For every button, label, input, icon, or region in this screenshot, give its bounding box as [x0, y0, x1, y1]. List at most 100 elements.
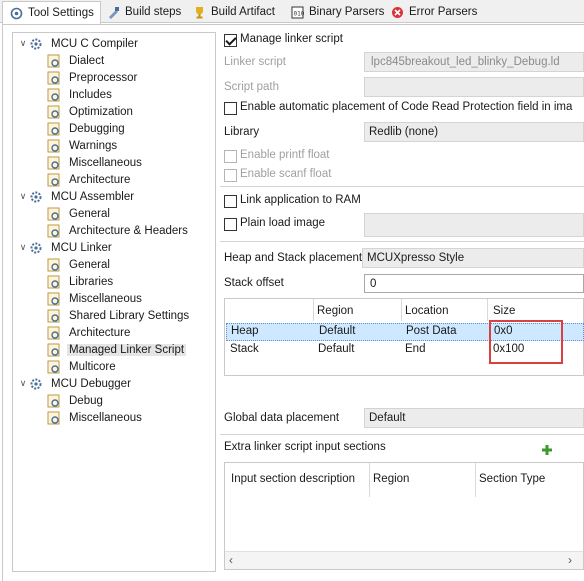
tab-label: Tool Settings [28, 7, 94, 19]
stack-offset-label: Stack offset [224, 277, 284, 289]
settings-page-icon [47, 394, 60, 407]
link-to-ram-checkbox[interactable] [224, 195, 237, 208]
tree-item-general[interactable]: General [47, 205, 112, 222]
tree-item-preprocessor[interactable]: Preprocessor [47, 69, 139, 86]
settings-page-icon [47, 292, 60, 305]
script-path-label: Script path [224, 81, 279, 93]
tree-node-mcu-debugger[interactable]: ∨ MCU Debugger [17, 375, 133, 392]
tree-item-general[interactable]: General [47, 256, 112, 273]
svg-text:010: 010 [293, 10, 304, 17]
settings-page-icon [47, 122, 60, 135]
settings-page-icon [47, 360, 60, 373]
plain-load-image-field[interactable] [364, 213, 584, 237]
crp-placement-checkbox[interactable] [224, 102, 237, 115]
binary-icon: 010 [290, 5, 304, 19]
column-header-region[interactable]: Region [373, 473, 409, 485]
tree-item-libraries[interactable]: Libraries [47, 273, 115, 290]
tree-label: Libraries [69, 275, 114, 288]
tree-item-includes[interactable]: Includes [47, 86, 114, 103]
tree-label: Miscellaneous [69, 292, 142, 305]
tab-tool-settings[interactable]: Tool Settings [2, 1, 101, 24]
tree-item-shared-library-settings[interactable]: Shared Library Settings [47, 307, 191, 324]
tree-item-managed-linker-script[interactable]: Managed Linker Script [47, 341, 187, 358]
column-header-size[interactable]: Size [493, 305, 515, 317]
column-separator [475, 463, 476, 497]
tree-node-mcu-linker[interactable]: ∨ MCU Linker [17, 239, 114, 256]
chevron-down-icon[interactable]: ∨ [17, 191, 29, 202]
tab-label: Binary Parsers [309, 6, 385, 18]
row-name: Heap [231, 325, 259, 337]
tree-label: General [69, 207, 110, 220]
chevron-down-icon[interactable]: ∨ [17, 38, 29, 49]
trophy-icon [192, 5, 206, 19]
horizontal-scrollbar[interactable]: ‹ › [225, 551, 583, 569]
tree-item-warnings[interactable]: Warnings [47, 137, 119, 154]
gear-icon [30, 191, 42, 202]
linker-script-field[interactable]: lpc845breakout_led_blinky_Debug.ld [364, 52, 584, 72]
scanf-float-checkbox[interactable] [224, 169, 237, 182]
tree-item-architecture[interactable]: Architecture [47, 324, 132, 341]
plain-load-image-checkbox[interactable] [224, 218, 237, 231]
gear-icon [30, 242, 42, 253]
tree-item-architecture-headers[interactable]: Architecture & Headers [47, 222, 190, 239]
printf-float-checkbox[interactable] [224, 150, 237, 163]
global-data-placement-select[interactable]: Default [364, 408, 584, 428]
tree-node-mcu-assembler[interactable]: ∨ MCU Assembler [17, 188, 136, 205]
tree-label: Architecture [69, 326, 131, 339]
tree-label: Warnings [69, 139, 118, 152]
tree-item-debug[interactable]: Debug [47, 392, 105, 409]
tab-build-steps[interactable]: Build steps [100, 1, 187, 23]
column-separator [313, 299, 314, 321]
tree-item-dialect[interactable]: Dialect [47, 52, 106, 69]
row-location[interactable]: End [405, 343, 425, 355]
tree-label: Managed Linker Script [67, 343, 187, 356]
script-path-field[interactable] [364, 77, 584, 97]
manage-linker-script-checkbox[interactable] [224, 34, 237, 47]
tree-node-mcu-c-compiler[interactable]: ∨ MCU C Compiler [17, 35, 140, 52]
row-name: Stack [230, 343, 259, 355]
tab-label: Build Artifact [211, 6, 275, 18]
tree-item-architecture[interactable]: Architecture [47, 171, 132, 188]
row-location[interactable]: Post Data [406, 325, 457, 337]
tool-settings-icon [9, 6, 23, 20]
tree-item-optimization[interactable]: Optimization [47, 103, 135, 120]
add-icon[interactable] [541, 444, 553, 456]
tree-item-debugging[interactable]: Debugging [47, 120, 127, 137]
stack-offset-input[interactable]: 0 [364, 274, 584, 293]
chevron-down-icon[interactable]: ∨ [17, 378, 29, 389]
tree-label: Miscellaneous [69, 411, 142, 424]
tab-label: Build steps [125, 6, 182, 18]
settings-page-icon [47, 258, 60, 271]
settings-page-icon [47, 173, 60, 186]
tree-item-miscellaneous[interactable]: Miscellaneous [47, 154, 144, 171]
tab-error-parsers[interactable]: Error Parsers [384, 1, 483, 23]
settings-page-icon [47, 54, 60, 67]
divider [220, 186, 584, 187]
library-select[interactable]: Redlib (none) [364, 122, 584, 142]
chevron-down-icon[interactable]: ∨ [17, 242, 29, 253]
extra-sections-table: Input section description Region Section… [224, 462, 584, 570]
manage-linker-script-label: Manage linker script [240, 33, 343, 45]
row-region[interactable]: Default [319, 325, 355, 337]
column-header-input-section[interactable]: Input section description [231, 473, 355, 485]
tab-build-artifact[interactable]: Build Artifact [186, 1, 281, 23]
scroll-left-icon[interactable]: ‹ [229, 553, 233, 567]
tree-label: Miscellaneous [69, 156, 142, 169]
tab-binary-parsers[interactable]: 010 Binary Parsers [284, 1, 390, 23]
column-header-region[interactable]: Region [317, 305, 353, 317]
row-region[interactable]: Default [318, 343, 354, 355]
tree-label: MCU Debugger [51, 377, 131, 390]
heap-stack-placement-select[interactable]: MCUXpresso Style [362, 248, 584, 268]
tree-item-miscellaneous[interactable]: Miscellaneous [47, 409, 144, 426]
scroll-right-icon[interactable]: › [568, 553, 572, 567]
library-label: Library [224, 126, 260, 138]
tree-label: General [69, 258, 110, 271]
tree-label: Debug [69, 394, 103, 407]
settings-page-icon [47, 343, 60, 356]
settings-page-icon [47, 411, 60, 424]
tree-item-miscellaneous[interactable]: Miscellaneous [47, 290, 144, 307]
column-header-location[interactable]: Location [405, 305, 448, 317]
tree-item-multicore[interactable]: Multicore [47, 358, 118, 375]
settings-page-icon [47, 309, 60, 322]
column-header-section-type[interactable]: Section Type [479, 473, 545, 485]
